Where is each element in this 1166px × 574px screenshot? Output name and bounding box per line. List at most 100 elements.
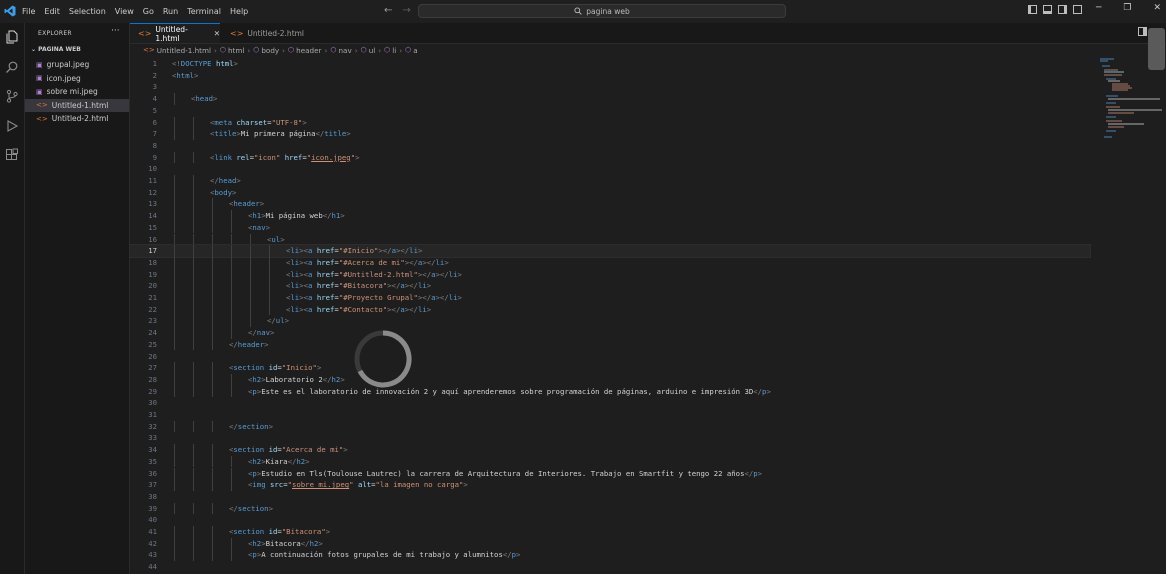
code-line[interactable]: 21 <li><a href="#Proyecto Grupal"></a></l… [130,292,1090,304]
code-line[interactable]: 6 <meta charset="UTF-8"> [130,116,1090,129]
code-line[interactable]: 40 [130,514,1090,526]
code-line[interactable]: 39 </section> [130,502,1090,515]
code-line[interactable]: 31 [130,409,1090,421]
code-line[interactable]: 37 <img src="sobre mi.jpeg" alt="la image… [130,479,1090,491]
menu-item-view[interactable]: View [115,7,134,16]
menu-item-selection[interactable]: Selection [69,7,106,16]
code-line[interactable]: 14 <h1>Mi página web</h1> [130,210,1090,222]
menu-item-terminal[interactable]: Terminal [187,7,221,16]
html-file-icon: <> [230,28,244,38]
code-line[interactable]: 18 <li><a href="#Acerca de mi"></a></li> [130,256,1090,269]
close-window-icon[interactable]: ✕ [1154,3,1162,13]
breadcrumb-item[interactable]: ul [369,46,376,55]
code-editor[interactable]: 1 <!DOCTYPE html> 2 <html> 3 4 <head> 5 6 <meta c… [129,57,1166,574]
indent-guide [250,233,251,246]
code-line[interactable]: 27 <section id="Inicio"> [130,362,1090,374]
code-line[interactable]: 10 [130,163,1090,175]
code-line[interactable]: 25 </header> [130,338,1090,351]
split-editor-icon[interactable] [1138,27,1147,36]
code-line[interactable]: 16 <ul> [130,233,1090,246]
code-line[interactable]: 11 </head> [130,175,1090,187]
code-line[interactable]: 9 <link rel="icon" href="icon.jpeg"> [130,151,1090,164]
scrollbar-thumb[interactable] [1148,28,1165,70]
code-line[interactable]: 26 [130,351,1090,363]
toggle-secondary-sidebar-icon[interactable] [1058,5,1067,14]
breadcrumb-item[interactable]: html [228,46,244,55]
code-line[interactable]: 41 <section id="Bitacora"> [130,526,1090,538]
menu-item-file[interactable]: File [22,7,35,16]
code-line[interactable]: 17 <li><a href="#Inicio"></a></li> [129,244,1091,258]
breadcrumb-item[interactable]: nav [338,46,351,55]
code-line[interactable]: 33 [130,432,1090,444]
code-line[interactable]: 34 <section id="Acerca de mi"> [130,444,1090,456]
line-number: 1 [152,59,157,68]
minimize-icon[interactable]: ─ [1096,3,1101,13]
code-line[interactable]: 29 <p>Este es el laboratorio de innovació… [130,385,1090,398]
breadcrumb-item[interactable]: a [413,46,417,55]
minimap[interactable] [1094,57,1164,147]
breadcrumb-item[interactable]: li [392,46,396,55]
file-item[interactable]: ▣ icon.jpeg [25,72,129,85]
menu-item-edit[interactable]: Edit [44,7,60,16]
line-number: 14 [148,211,157,221]
code-line[interactable]: 28 <h2>Laboratorio 2</h2> [130,373,1090,386]
file-item[interactable]: ▣ sobre mi.jpeg [25,85,129,98]
code-line[interactable]: 24 </nav> [130,327,1090,339]
close-icon[interactable]: ✕ [214,29,220,38]
breadcrumb-item[interactable]: body [261,46,279,55]
indent-guide [231,221,232,234]
breadcrumb-item[interactable]: Untitled-1.html [157,46,211,55]
search-icon[interactable] [5,60,19,74]
indent-guide [174,385,175,398]
more-actions-icon[interactable]: ··· [111,26,120,36]
toggle-primary-sidebar-icon[interactable] [1028,5,1037,14]
code-line[interactable]: 43 <p>A continuación fotos grupales de mi… [130,549,1090,562]
back-arrow-icon[interactable]: ← [384,5,392,16]
code-line[interactable]: 30 [130,397,1090,409]
forward-arrow-icon[interactable]: → [402,5,410,16]
folder-header[interactable]: ⌄ PAGINA WEB [31,46,81,53]
code-line[interactable]: 7 <title>Mi primera página</title> [130,128,1090,140]
code-line[interactable]: 32 </section> [130,420,1090,433]
code-line[interactable]: 22 <li><a href="#Contacto"></a></li> [130,303,1090,316]
code-line[interactable]: 2 <html> [130,70,1090,82]
source-control-icon[interactable] [5,89,19,103]
menu-item-help[interactable]: Help [230,7,248,16]
files-icon[interactable] [5,30,19,44]
menu-item-run[interactable]: Run [163,7,178,16]
code-line[interactable]: 13 <header> [130,198,1090,211]
code-line[interactable]: 12 <body> [130,186,1090,199]
extensions-icon[interactable] [5,148,19,162]
code-line[interactable]: 38 [130,491,1090,503]
code-line[interactable]: 5 [130,105,1090,117]
tab-untitled-2[interactable]: <> Untitled-2.html [222,23,318,43]
file-item[interactable]: <> Untitled-1.html [25,98,129,112]
code-line[interactable]: 1 <!DOCTYPE html> [130,58,1090,70]
run-debug-icon[interactable] [5,119,19,133]
code-line[interactable]: 19 <li><a href="#Untitled-2.html"></a></l… [130,268,1090,281]
menu-item-go[interactable]: Go [143,7,154,16]
code-token: "#Contacto" [338,304,388,314]
file-item[interactable]: <> Untitled-2.html [25,112,129,125]
customize-layout-icon[interactable] [1073,5,1082,14]
code-token: </ [422,269,432,279]
breadcrumb-item[interactable]: header [296,46,321,55]
toggle-panel-icon[interactable] [1043,5,1052,14]
code-line[interactable]: 8 [130,140,1090,152]
file-item[interactable]: ▣ grupal.jpeg [25,58,129,71]
code-line[interactable]: 23 </ul> [130,315,1090,328]
code-line[interactable]: 42 <h2>Bitacora</h2> [130,537,1090,550]
code-text: <h2>Laboratorio 2</h2> [248,374,345,386]
code-token: </ [426,257,436,267]
code-line[interactable]: 3 [130,81,1090,93]
tab-untitled-1[interactable]: <> Untitled-1.html ✕ [130,23,220,43]
code-line[interactable]: 35 <h2>Kiara</h2> [130,455,1090,468]
code-line[interactable]: 44 [130,561,1090,573]
restore-icon[interactable]: ❐ [1123,3,1131,13]
code-line[interactable]: 36 <p>Estudio en Tls(Toulouse Lautrec) la… [130,467,1090,480]
code-line[interactable]: 4 <head> [130,93,1090,105]
code-line[interactable]: 20 <li><a href="#Bitacora"></a></li> [130,280,1090,292]
code-token: > [265,222,270,232]
code-line[interactable]: 15 <nav> [130,221,1090,234]
command-center[interactable]: pagina web [418,4,786,18]
